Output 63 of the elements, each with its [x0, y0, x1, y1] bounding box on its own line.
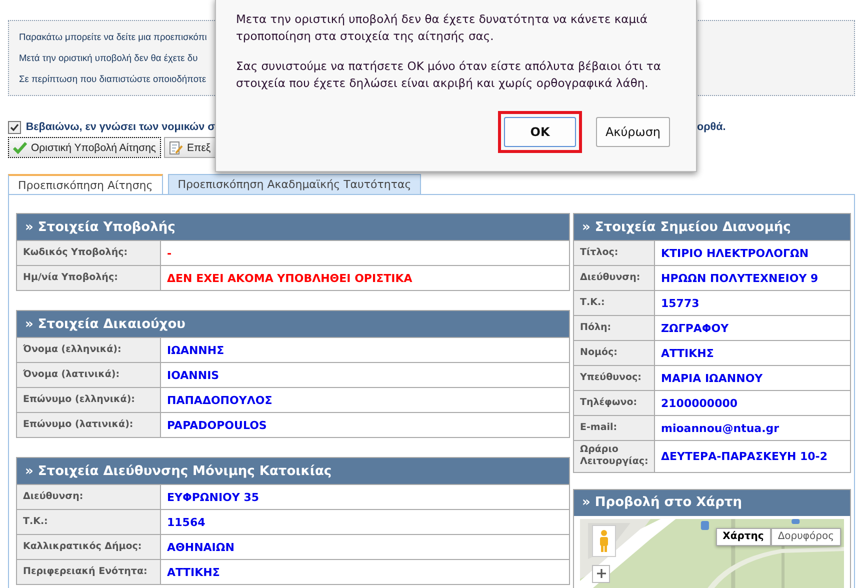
dialog-message: Σας συνιστούμε να πατήσετε ΟΚ μόνο όταν είστε απόλυτα βέβαιοι ότι τα στοιχεία που έχετε δηλώσει είναι ακριβή και χωρίς ορθογραφικά λάθη.: [236, 58, 662, 92]
field-label: Τίτλος:: [574, 241, 655, 265]
field-label: Όνομα (ελληνικά):: [17, 338, 161, 362]
field-label: Τηλέφωνο:: [574, 391, 655, 415]
field-label: Υπεύθυνος:: [574, 366, 655, 390]
section-header: » Στοιχεία Σημείου Διανομής: [574, 214, 850, 240]
field-label: Επώνυμο (ελληνικά):: [17, 388, 161, 412]
field-value: IOANNIS: [166, 368, 220, 384]
submit-button[interactable]: Οριστική Υποβολή Αίτησης: [8, 137, 161, 158]
notice-text: Σε περίπτωση που διαπιστώστε οποιοδήποτε: [19, 74, 206, 84]
field-value: mioannou@ntua.gr: [660, 420, 780, 436]
zoom-in-button[interactable]: [592, 564, 610, 583]
notice-text: Παρακάτω μπορείτε να δείτε μια προεπισκόπι: [19, 32, 207, 42]
field-value: ΜΑΡΙΑ ΙΩΑΝΝΟΥ: [660, 370, 764, 386]
field-label: Όνομα (λατινικά):: [17, 363, 161, 387]
field-value: ΑΤΤΙΚΗΣ: [166, 564, 221, 580]
field-label: Νομός:: [574, 341, 655, 365]
map-type-button[interactable]: Χάρτης: [716, 528, 771, 546]
field-value: PAPADOPOULOS: [166, 418, 268, 434]
confirm-label: Βεβαιώνω, εν γνώσει των νομικών σ: [26, 121, 215, 133]
field-value: 2100000000: [660, 396, 739, 412]
field-label: Ημ/νία Υποβολής:: [17, 266, 161, 290]
person-icon: [599, 528, 609, 553]
field-value: ΖΩΓΡΑΦΟΥ: [660, 320, 730, 336]
dialog-message: Μετα την οριστική υποβολή δεν θα έχετε δυνατότητα να κάνετε καμιά τροποποίηση στα στοιχεία της αίτησής σας.: [236, 11, 648, 45]
field-label: Κωδικός Υποβολής:: [17, 241, 161, 265]
field-value: ΚΤΙΡΙΟ ΗΛΕΚΤΡΟΛΟΓΩΝ: [660, 246, 810, 262]
field-label: Τ.Κ.:: [17, 510, 161, 534]
field-label: Τ.Κ.:: [574, 291, 655, 315]
cancel-button[interactable]: Ακύρωση: [596, 117, 670, 147]
field-label: E-mail:: [574, 416, 655, 440]
status-value: -: [166, 246, 173, 262]
field-value: ΑΤΤΙΚΗΣ: [660, 346, 715, 362]
section-header: » Προβολή στο Χάρτη: [574, 490, 850, 516]
field-label: Διεύθυνση:: [574, 266, 655, 290]
section-header: » Στοιχεία Δικαιούχου: [17, 311, 569, 337]
status-value: ΔΕΝ ΕΧΕΙ ΑΚΟΜΑ ΥΠΟΒΛΗΘΕΙ ΟΡΙΣΤΙΚΑ: [166, 270, 414, 286]
field-value: ΠΑΠΑΔΟΠΟΥΛΟΣ: [166, 392, 274, 408]
section-header: » Στοιχεία Διεύθυνσης Μόνιμης Κατοικίας: [17, 458, 569, 484]
map-type-button[interactable]: Δορυφόρος: [770, 528, 841, 546]
field-label: Ωράριο Λειτουργίας:: [574, 441, 655, 472]
field-label: Πόλη:: [574, 316, 655, 340]
field-value: 11564: [166, 514, 206, 530]
field-label: Περιφερειακή Ενότητα:: [17, 560, 161, 584]
field-label: Διεύθυνση:: [17, 485, 161, 509]
field-value: ΕΥΦΡΩΝΙΟΥ 35: [166, 490, 260, 506]
check-icon: [13, 142, 27, 154]
notice-text: Μετά την οριστική υποβολή δεν θα έχετε δυ: [19, 52, 198, 63]
field-value: ΔΕΥΤΕΡΑ-ΠΑΡΑΣΚΕΥΗ 10-2: [660, 448, 829, 465]
field-value: ΑΘΗΝΑΙΩΝ: [166, 540, 236, 556]
section-header: » Στοιχεία Υποβολής: [17, 214, 569, 240]
field-value: 15773: [660, 296, 700, 312]
edit-icon: [169, 140, 183, 154]
field-value: ΗΡΩΩΝ ΠΟΛΥΤΕΧΝΕΙΟΥ 9: [660, 270, 820, 286]
field-label: Καλλικρατικός Δήμος:: [17, 535, 161, 559]
checkbox[interactable]: [8, 120, 21, 134]
tab[interactable]: Προεπισκόπηση Αίτησης: [8, 174, 163, 194]
field-label: Επώνυμο (λατινικά):: [17, 413, 161, 437]
field-value: ΙΩΑΝΝΗΣ: [166, 342, 226, 358]
confirm-label-end: ορθά.: [697, 121, 727, 133]
ok-button[interactable]: OK: [504, 117, 576, 147]
plus-icon: [596, 569, 606, 578]
tab[interactable]: Προεπισκόπηση Ακαδημαϊκής Ταυτότητας: [168, 174, 422, 194]
